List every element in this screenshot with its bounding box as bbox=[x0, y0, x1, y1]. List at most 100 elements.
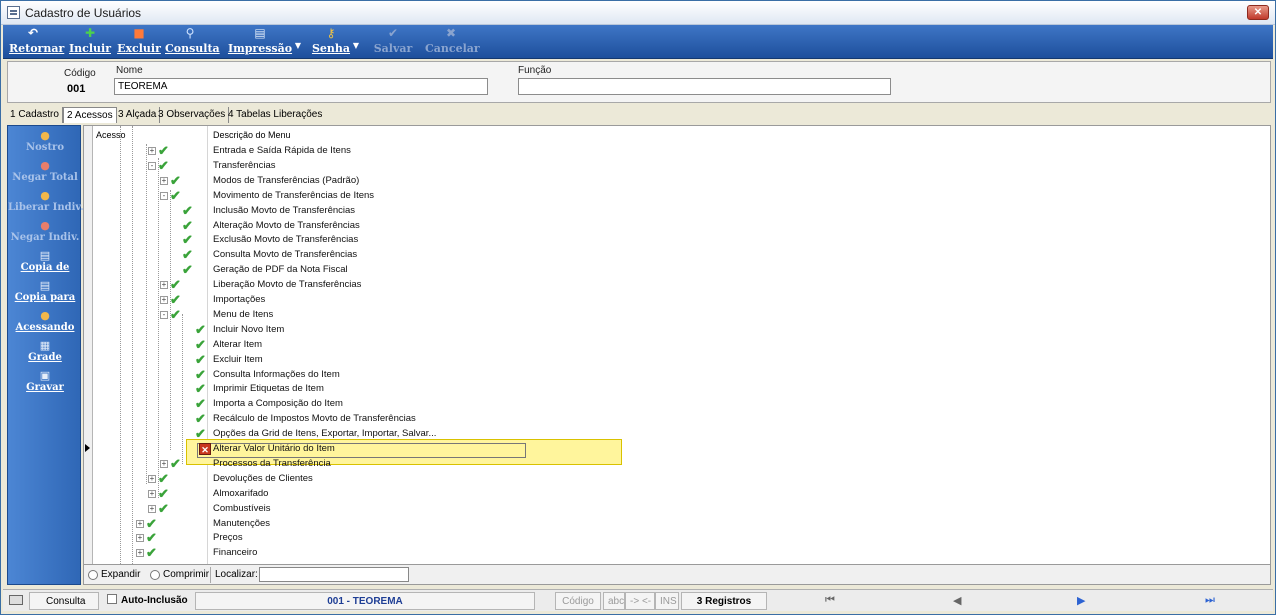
copia-de-button[interactable]: ▤ Copia de bbox=[8, 248, 82, 278]
tree-row[interactable]: + ✔ Financeiro bbox=[84, 546, 1270, 561]
access-granted-icon[interactable]: ✔ bbox=[182, 263, 196, 277]
tree-row[interactable]: + ✔ Importações bbox=[84, 293, 1270, 308]
tree-row[interactable]: + ✔ Preços bbox=[84, 531, 1270, 546]
tree-row[interactable]: + ✔ Modos de Transferências (Padrão) bbox=[84, 173, 1270, 189]
expand-node-icon[interactable]: + bbox=[136, 549, 144, 558]
tree-row[interactable]: ✔ Imprimir Etiquetas de Item bbox=[84, 382, 1270, 397]
tab-acessos[interactable]: 2 Acessos bbox=[63, 107, 117, 123]
close-button[interactable]: ✕ bbox=[1247, 5, 1269, 20]
tab-tabelas-liberacoes[interactable]: 4 Tabelas Liberações bbox=[225, 107, 325, 123]
expand-node-icon[interactable]: + bbox=[148, 147, 156, 155]
funcao-field[interactable] bbox=[518, 78, 891, 95]
tree-row[interactable]: ✔ Consulta Informações do Item bbox=[84, 367, 1270, 383]
expandir-radio[interactable] bbox=[88, 570, 98, 580]
expand-node-icon[interactable]: + bbox=[148, 504, 156, 513]
tree-row[interactable]: ✔ Inclusão Movto de Transferências bbox=[84, 203, 1270, 219]
tree-row[interactable]: ✔ Alterar Item bbox=[84, 337, 1270, 353]
access-granted-icon[interactable]: ✔ bbox=[146, 546, 160, 560]
access-granted-icon[interactable]: ✔ bbox=[195, 337, 209, 352]
access-granted-icon[interactable]: ✔ bbox=[195, 412, 209, 426]
expand-node-icon[interactable]: + bbox=[160, 296, 168, 304]
expand-node-icon[interactable]: + bbox=[148, 474, 156, 483]
expand-node-icon[interactable]: + bbox=[160, 459, 168, 468]
nav-first-icon[interactable]: ⏮ bbox=[825, 594, 835, 607]
excluir-button[interactable]: ■ Excluir bbox=[117, 27, 161, 57]
access-granted-icon[interactable]: ✔ bbox=[170, 307, 184, 322]
tree-row[interactable]: ✔ Exclusão Movto de Transferências bbox=[84, 233, 1270, 248]
comprimir-radio[interactable] bbox=[150, 570, 160, 580]
access-granted-icon[interactable]: ✔ bbox=[158, 486, 172, 501]
access-granted-icon[interactable]: ✔ bbox=[195, 322, 209, 337]
tree-row[interactable]: ✔ Incluir Novo Item bbox=[84, 322, 1270, 338]
tab-alcada[interactable]: 3 Alçada bbox=[115, 107, 161, 123]
copia-para-button[interactable]: ▤ Copia para bbox=[8, 278, 82, 308]
negar-indiv-button[interactable]: ● Negar Indiv. bbox=[8, 218, 82, 248]
access-granted-icon[interactable]: ✔ bbox=[146, 531, 160, 545]
liberar-indiv-button[interactable]: ● Liberar Indiv. bbox=[8, 188, 84, 218]
access-granted-icon[interactable]: ✔ bbox=[195, 382, 209, 396]
tree-row[interactable]: - ✔ Transferências bbox=[84, 158, 1270, 174]
impressao-button[interactable]: ▤ Impressão bbox=[227, 27, 293, 57]
expand-node-icon[interactable]: + bbox=[160, 176, 168, 185]
tab-cadastro[interactable]: 1 Cadastro bbox=[7, 107, 63, 123]
access-granted-icon[interactable]: ✔ bbox=[195, 427, 209, 441]
expand-node-icon[interactable]: + bbox=[136, 519, 144, 528]
access-granted-icon[interactable]: ✔ bbox=[170, 293, 184, 307]
access-granted-icon[interactable]: ✔ bbox=[182, 233, 196, 247]
access-granted-icon[interactable]: ✔ bbox=[170, 188, 184, 203]
cancelar-button[interactable]: ✖ Cancelar bbox=[425, 27, 480, 57]
retornar-button[interactable]: ↶ Retornar bbox=[9, 27, 64, 57]
nav-next-icon[interactable]: ▶ bbox=[1077, 594, 1085, 607]
column-header-acesso[interactable]: Acesso bbox=[96, 130, 126, 140]
tree-row[interactable]: + ✔ Almoxarifado bbox=[84, 486, 1270, 502]
acessando-button[interactable]: ● Acessando bbox=[8, 308, 82, 338]
collapse-node-icon[interactable]: - bbox=[160, 310, 168, 319]
access-granted-icon[interactable]: ✔ bbox=[146, 516, 160, 531]
tree-row[interactable]: + ✔ Liberação Movto de Transferências bbox=[84, 278, 1270, 293]
access-granted-icon[interactable]: ✔ bbox=[158, 158, 172, 173]
collapse-node-icon[interactable]: - bbox=[160, 191, 168, 200]
tree-row[interactable]: + ✔ Processos da Transferência bbox=[84, 456, 1270, 472]
nav-prev-icon[interactable]: ◀ bbox=[953, 594, 961, 607]
senha-button[interactable]: ⚷ Senha bbox=[311, 27, 351, 57]
tree-row[interactable]: ✔ Excluir Item bbox=[84, 352, 1270, 368]
consulta-button[interactable]: ⚲ Consulta bbox=[165, 27, 220, 57]
tab-observacoes[interactable]: 3 Observações bbox=[155, 107, 230, 123]
access-denied-icon[interactable]: ✕ bbox=[199, 443, 211, 455]
tree-row[interactable]: + ✔ Combustíveis bbox=[84, 501, 1270, 517]
tree-row[interactable]: ✔ Importa a Composição do Item bbox=[84, 397, 1270, 412]
tree-row[interactable]: + ✔ Devoluções de Clientes bbox=[84, 471, 1270, 487]
expand-node-icon[interactable]: + bbox=[160, 281, 168, 290]
collapse-node-icon[interactable]: - bbox=[148, 161, 156, 170]
gravar-button[interactable]: ▣ Gravar bbox=[8, 368, 82, 398]
access-granted-icon[interactable]: ✔ bbox=[182, 248, 196, 262]
nome-field[interactable]: TEOREMA bbox=[114, 78, 488, 95]
expand-node-icon[interactable]: + bbox=[148, 489, 156, 498]
incluir-button[interactable]: ✚ Incluir bbox=[69, 27, 111, 57]
localizar-input[interactable] bbox=[259, 567, 409, 582]
access-granted-icon[interactable]: ✔ bbox=[158, 471, 172, 486]
access-granted-icon[interactable]: ✔ bbox=[195, 397, 209, 411]
tree-row[interactable]: + ✔ Manutenções bbox=[84, 516, 1270, 532]
nostro-button[interactable]: ● Nostro bbox=[8, 128, 82, 158]
tree-row[interactable]: - ✔ Movimento de Transferências de Itens bbox=[84, 188, 1270, 204]
expand-node-icon[interactable]: + bbox=[136, 534, 144, 543]
tree-row[interactable]: ✔ Alteração Movto de Transferências bbox=[84, 218, 1270, 234]
access-granted-icon[interactable]: ✔ bbox=[195, 352, 209, 367]
tree-row[interactable]: ✔ Consulta Movto de Transferências bbox=[84, 248, 1270, 263]
tree-row[interactable]: ✔ Opções da Grid de Itens, Exportar, Impo… bbox=[84, 427, 1270, 442]
access-granted-icon[interactable]: ✔ bbox=[170, 456, 184, 471]
tree-row[interactable]: - ✔ Menu de Itens bbox=[84, 307, 1270, 323]
nav-last-icon[interactable]: ⏭ bbox=[1205, 594, 1215, 607]
access-granted-icon[interactable]: ✔ bbox=[182, 203, 196, 218]
access-granted-icon[interactable]: ✔ bbox=[182, 218, 196, 233]
tree-row[interactable]: + ✔ Entrada e Saída Rápida de Itens bbox=[84, 144, 1270, 159]
salvar-button[interactable]: ✔ Salvar bbox=[373, 27, 413, 57]
access-granted-icon[interactable]: ✔ bbox=[170, 278, 184, 292]
access-granted-icon[interactable]: ✔ bbox=[158, 501, 172, 516]
access-granted-icon[interactable]: ✔ bbox=[170, 173, 184, 188]
tree-row[interactable]: ✔ Geração de PDF da Nota Fiscal bbox=[84, 263, 1270, 278]
tree-row[interactable]: ✕ Alterar Valor Unitário do Item bbox=[84, 442, 1270, 457]
negar-total-button[interactable]: ● Negar Total bbox=[8, 158, 82, 188]
access-granted-icon[interactable]: ✔ bbox=[158, 144, 172, 158]
